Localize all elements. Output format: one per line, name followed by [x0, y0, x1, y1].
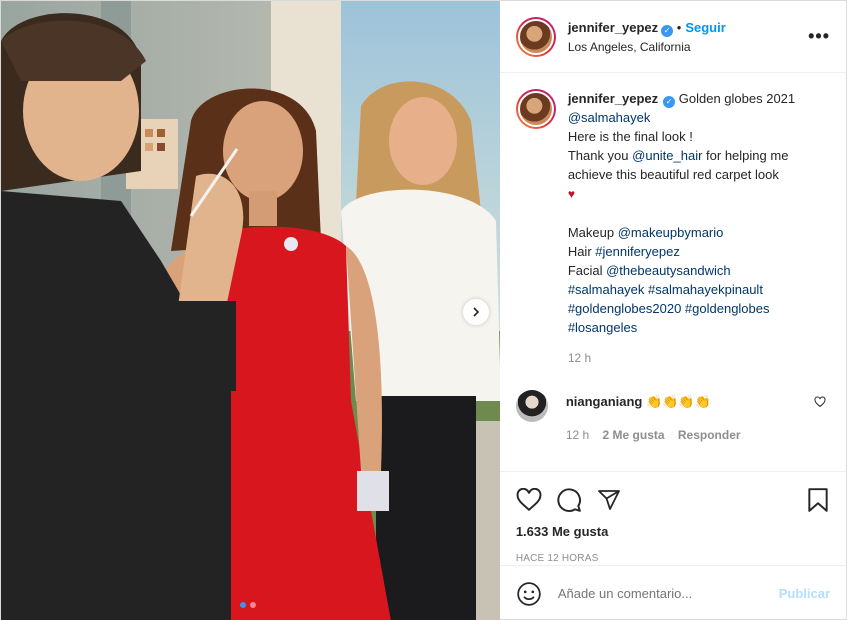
avatar[interactable]	[515, 89, 556, 129]
comment-timestamp[interactable]: 12 h	[566, 428, 589, 442]
caption-text: jennifer_yepez ✓ Golden globes 2021 @salm…	[568, 89, 795, 368]
mention-link[interactable]: @makeupbymario	[618, 225, 724, 240]
next-photo-button[interactable]	[463, 299, 489, 325]
comments-section: jennifer_yepez ✓ Golden globes 2021 @salm…	[500, 73, 846, 471]
avatar[interactable]	[515, 390, 548, 422]
verified-icon: ✓	[661, 24, 674, 37]
hashtag-link[interactable]: #goldenglobes2020 #goldenglobes	[568, 301, 770, 316]
publish-button[interactable]: Publicar	[779, 586, 830, 601]
like-icon[interactable]	[516, 488, 542, 512]
comment-username[interactable]: nianganiang	[566, 394, 643, 409]
comment-icon[interactable]	[556, 487, 582, 513]
mention-link[interactable]: @thebeautysandwich	[606, 263, 731, 278]
comment: nianganiang 👏👏👏👏 12 h 2 Me gusta Respond…	[515, 390, 830, 442]
emoji-icon[interactable]	[516, 581, 542, 607]
hashtag-link[interactable]: #salmahayek #salmahayekpinault	[568, 282, 763, 297]
more-options-icon[interactable]: •••	[808, 26, 830, 47]
post-header: jennifer_yepez ✓ • Seguir Los Angeles, Cal…	[499, 1, 846, 73]
caption-line: achieve this beautiful red carpet look	[567, 167, 779, 182]
heart-emoji: ♥	[567, 187, 575, 201]
post-sidebar: jennifer_yepez ✓ • Seguir Los Angeles, Cal…	[499, 1, 846, 620]
caption-line: for helping me	[702, 148, 789, 163]
add-comment-bar: Publicar	[499, 565, 846, 620]
caption-line: Here is the final look !	[567, 129, 693, 144]
carousel-dot	[240, 602, 246, 608]
carousel-dot	[250, 602, 256, 608]
caption-line: Facial	[567, 263, 607, 278]
photo-scene	[1, 1, 500, 620]
carousel-indicator	[240, 602, 256, 608]
caption-line: Thank you	[567, 148, 633, 163]
post-actions: 1.633 Me gusta HACE 12 HORAS	[499, 471, 846, 565]
mention-link[interactable]: @unite_hair	[632, 148, 702, 163]
caption-username[interactable]: jennifer_yepez	[568, 91, 658, 106]
post-photo[interactable]	[1, 1, 500, 620]
author-username[interactable]: jennifer_yepez	[568, 20, 658, 35]
caption-title: Golden globes 2021	[678, 91, 796, 106]
comment-likes[interactable]: 2 Me gusta	[603, 428, 665, 442]
post-timestamp: HACE 12 HORAS	[515, 553, 599, 564]
verified-icon: ✓	[663, 96, 676, 108]
save-icon[interactable]	[806, 487, 830, 513]
comment-input[interactable]	[557, 586, 779, 601]
caption-timestamp[interactable]: 12 h	[568, 349, 795, 368]
instagram-post: jennifer_yepez ✓ • Seguir Los Angeles, Cal…	[0, 0, 847, 620]
location-link[interactable]: Los Angeles, California	[568, 40, 808, 54]
reply-button[interactable]: Responder	[678, 428, 741, 442]
like-comment-icon[interactable]	[814, 396, 826, 411]
hashtag-link[interactable]: #jenniferyepez	[595, 244, 680, 259]
chevron-right-icon	[473, 307, 480, 317]
caption-line: Makeup	[567, 225, 618, 240]
share-icon[interactable]	[596, 488, 622, 512]
comment-text: 👏👏👏👏	[646, 394, 711, 409]
follow-button[interactable]: Seguir	[685, 20, 725, 35]
avatar[interactable]	[515, 16, 556, 57]
caption-line: Hair	[567, 244, 596, 259]
mention-link[interactable]: @salmahayek	[568, 110, 651, 125]
hashtag-link[interactable]: #losangeles	[568, 320, 637, 335]
separator-dot: •	[676, 19, 682, 35]
caption: jennifer_yepez ✓ Golden globes 2021 @salm…	[515, 89, 830, 368]
likes-count[interactable]: 1.633 Me gusta	[516, 524, 830, 539]
